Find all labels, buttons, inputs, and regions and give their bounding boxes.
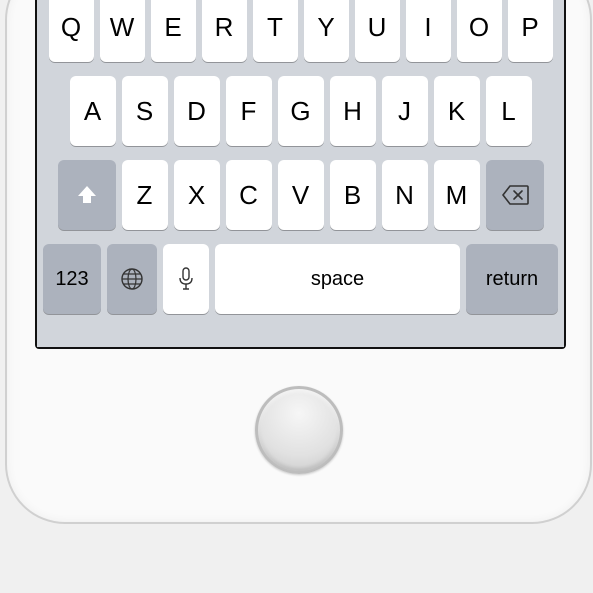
key-q[interactable]: Q [49,0,94,62]
home-button[interactable] [255,386,343,474]
numeric-switch-key[interactable]: 123 [43,244,101,314]
backspace-key[interactable] [486,160,544,230]
key-f[interactable]: F [226,76,272,146]
key-z[interactable]: Z [122,160,168,230]
key-y[interactable]: Y [304,0,349,62]
keyboard-row-1: Q W E R T Y U I O P [43,0,558,62]
shift-key[interactable] [58,160,116,230]
key-l[interactable]: L [486,76,532,146]
keyboard-row-4: 123 space return [43,244,558,314]
space-key[interactable]: space [215,244,460,314]
key-x[interactable]: X [174,160,220,230]
ios-keyboard: Q W E R T Y U I O P A S D F G H J K L [37,0,564,347]
key-k[interactable]: K [434,76,480,146]
shift-icon [75,183,99,207]
key-r[interactable]: R [202,0,247,62]
key-v[interactable]: V [278,160,324,230]
key-m[interactable]: M [434,160,480,230]
iphone-device-frame: Q W E R T Y U I O P A S D F G H J K L [5,0,592,524]
key-h[interactable]: H [330,76,376,146]
key-e[interactable]: E [151,0,196,62]
key-u[interactable]: U [355,0,400,62]
globe-icon [119,266,145,292]
key-i[interactable]: I [406,0,451,62]
return-key[interactable]: return [466,244,558,314]
screen-area: Q W E R T Y U I O P A S D F G H J K L [35,0,566,349]
key-a[interactable]: A [70,76,116,146]
key-g[interactable]: G [278,76,324,146]
mic-icon [177,266,195,292]
key-t[interactable]: T [253,0,298,62]
key-j[interactable]: J [382,76,428,146]
globe-key[interactable] [107,244,157,314]
key-p[interactable]: P [508,0,553,62]
keyboard-row-2: A S D F G H J K L [43,76,558,146]
key-o[interactable]: O [457,0,502,62]
key-s[interactable]: S [122,76,168,146]
key-d[interactable]: D [174,76,220,146]
backspace-icon [501,184,529,206]
key-n[interactable]: N [382,160,428,230]
dictation-key[interactable] [163,244,209,314]
key-w[interactable]: W [100,0,145,62]
key-b[interactable]: B [330,160,376,230]
keyboard-row-3: Z X C V B N M [43,160,558,230]
key-c[interactable]: C [226,160,272,230]
